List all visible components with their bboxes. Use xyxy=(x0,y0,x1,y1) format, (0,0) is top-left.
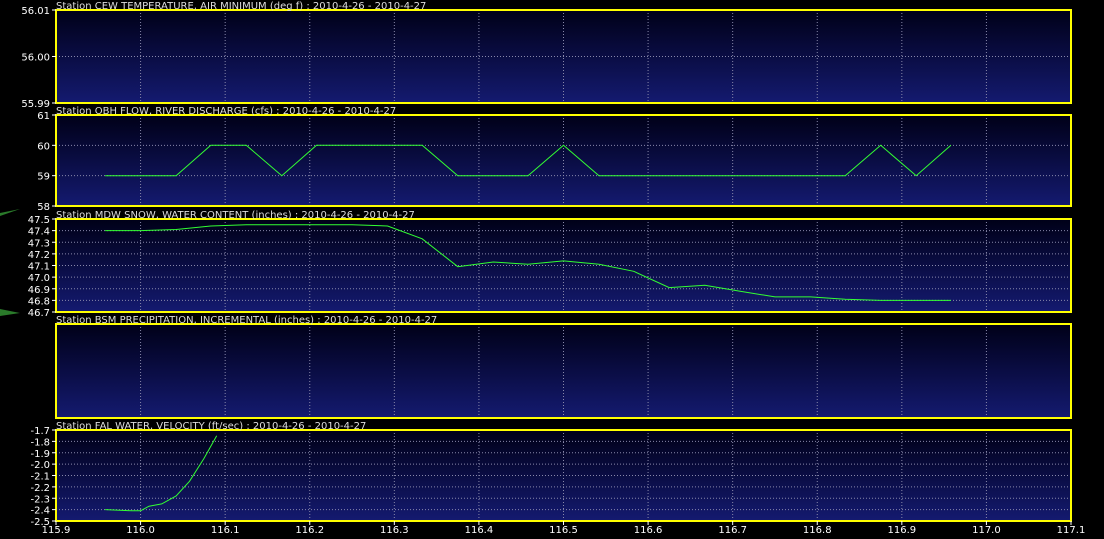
panel-3-background xyxy=(56,324,1071,418)
panel-1-ytick-label-0: 58 xyxy=(37,202,50,213)
panel-0-title: Station CEW TEMPERATURE, AIR MINIMUM (de… xyxy=(56,1,426,12)
x-tick-label-5: 116.4 xyxy=(465,525,494,535)
x-tick-label-1: 116.0 xyxy=(126,525,155,535)
panel-4-ytick-label-2: -2.3 xyxy=(30,494,50,505)
x-tick-label-12: 117.1 xyxy=(1057,525,1086,535)
panel-4-ytick-label-4: -2.1 xyxy=(30,472,50,483)
x-tick-label-9: 116.8 xyxy=(803,525,832,535)
panel-2-ytick-label-7: 47.4 xyxy=(28,227,50,238)
panel-3-title: Station BSM PRECIPITATION, INCREMENTAL (… xyxy=(56,315,437,326)
x-tick-label-6: 116.5 xyxy=(549,525,578,535)
multi-panel-chart: 55.99 56.00 56.01 Station CEW TEMPERATURE, … xyxy=(0,1,1086,536)
x-tick-label-8: 116.7 xyxy=(718,525,747,535)
panel-2-ytick-label-0: 46.7 xyxy=(28,308,50,319)
panel-4-ytick-label-1: -2.4 xyxy=(30,506,50,517)
panel-1-ytick-label-3: 61 xyxy=(37,111,50,122)
x-tick-label-7: 116.6 xyxy=(634,525,663,535)
x-tick-label-11: 117.0 xyxy=(972,525,1001,535)
panel-2-ytick-label-2: 46.9 xyxy=(28,285,50,296)
x-tick-label-0: 115.9 xyxy=(42,525,71,535)
panel-0-ytick-label-2: 56.01 xyxy=(21,6,50,17)
panel-2-ytick-label-3: 47.0 xyxy=(28,273,50,284)
panel-1-ytick-label-2: 60 xyxy=(37,141,50,152)
panel-2-ytick-label-1: 46.8 xyxy=(28,296,50,307)
left-marker-upper xyxy=(0,209,20,216)
x-tick-label-10: 116.9 xyxy=(888,525,917,535)
panel-2-ytick-label-4: 47.1 xyxy=(28,262,50,273)
panel-2-ytick-label-5: 47.2 xyxy=(28,250,50,261)
panel-4-ytick-label-8: -1.7 xyxy=(30,426,50,437)
panel-4-ytick-label-5: -2.0 xyxy=(30,460,50,471)
x-tick-label-3: 116.2 xyxy=(295,525,324,535)
x-tick-label-2: 116.1 xyxy=(211,525,240,535)
panel-4-ytick-label-6: -1.9 xyxy=(30,449,50,460)
left-marker-lower xyxy=(0,309,20,316)
panel-2-title: Station MDW SNOW, WATER CONTENT (inches)… xyxy=(56,210,415,221)
panel-4-ytick-label-3: -2.2 xyxy=(30,483,50,494)
panel-1-ytick-label-1: 59 xyxy=(37,172,50,183)
x-tick-label-4: 116.3 xyxy=(380,525,409,535)
panel-0-ytick-label-1: 56.00 xyxy=(21,53,50,64)
panel-2-ytick-label-8: 47.5 xyxy=(28,215,50,226)
panel-0-ytick-label-0: 55.99 xyxy=(21,99,50,110)
panel-2-ytick-label-6: 47.3 xyxy=(28,238,50,249)
panel-1-title: Station OBH FLOW, RIVER DISCHARGE (cfs) … xyxy=(56,106,396,117)
chart-stage: 55.99 56.00 56.01 Station CEW TEMPERATURE, … xyxy=(0,0,1104,536)
panel-4-title: Station FAL WATER, VELOCITY (ft/sec) : 2… xyxy=(56,421,366,432)
panel-4-ytick-label-7: -1.8 xyxy=(30,437,50,448)
